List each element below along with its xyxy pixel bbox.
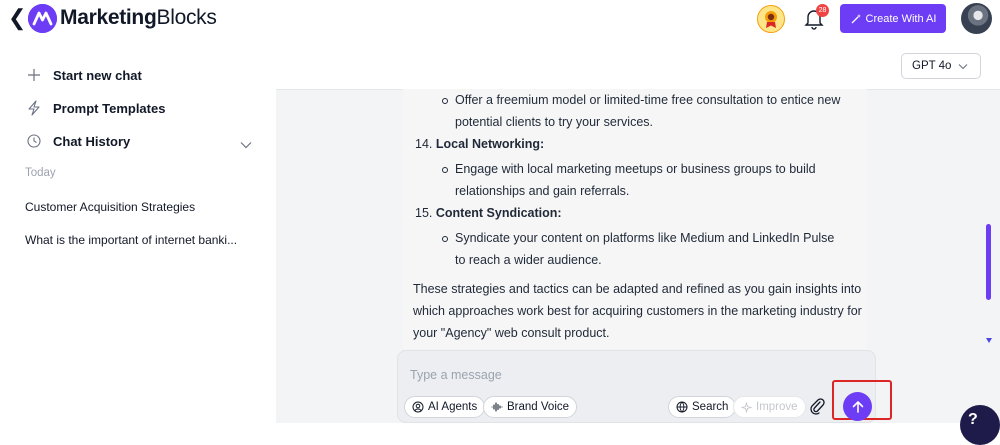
message-input[interactable] xyxy=(408,363,852,387)
user-avatar[interactable] xyxy=(961,3,992,34)
create-with-ai-button[interactable]: Create With AI xyxy=(840,4,946,33)
list-number: 15. xyxy=(415,206,433,220)
waveform-icon xyxy=(491,402,503,412)
notification-count-badge: 28 xyxy=(816,4,829,17)
ai-agents-button[interactable]: AI Agents xyxy=(404,396,486,418)
sidebar: Start new chat Prompt Templates Chat His… xyxy=(0,38,276,423)
message-line: to reach a wider audience. xyxy=(455,253,602,267)
plus-icon xyxy=(25,66,43,84)
logo-regular: Blocks xyxy=(156,6,217,29)
scrollbar-thumb[interactable] xyxy=(986,224,991,300)
history-item[interactable]: What is the important of internet banki.… xyxy=(25,233,237,247)
back-chevron-icon[interactable]: ❮ xyxy=(8,6,26,30)
brand-voice-button[interactable]: Brand Voice xyxy=(483,396,578,418)
send-button[interactable] xyxy=(843,392,872,421)
start-new-chat-button[interactable]: Start new chat xyxy=(25,66,142,84)
message-line: your "Agency" web consult product. xyxy=(413,326,610,340)
lightning-icon xyxy=(25,99,43,117)
message-composer: AI Agents Brand Voice Search Improve xyxy=(397,350,876,423)
list-number: 14. xyxy=(415,137,433,151)
prompt-templates-label: Prompt Templates xyxy=(53,100,166,116)
paperclip-icon[interactable] xyxy=(809,397,825,420)
message-line: Offer a freemium model or limited-time f… xyxy=(455,93,841,107)
help-chat-bubble[interactable]: ? xyxy=(960,405,1000,445)
message-line: relationships and gain referrals. xyxy=(455,184,630,198)
logo-text[interactable]: MarketingBlocks xyxy=(60,6,217,30)
search-button[interactable]: Search xyxy=(668,396,737,418)
brand-voice-label: Brand Voice xyxy=(507,401,570,413)
message-line: potential clients to try your services. xyxy=(455,115,653,129)
improve-label: Improve xyxy=(756,401,798,413)
history-item[interactable]: Customer Acquisition Strategies xyxy=(25,200,195,214)
award-badge-icon[interactable] xyxy=(757,5,785,33)
assistant-message: Offer a freemium model or limited-time f… xyxy=(403,89,867,349)
list-item: Offer a freemium model or limited-time f… xyxy=(442,89,855,133)
model-select[interactable]: GPT 4o xyxy=(901,53,981,79)
chevron-down-icon xyxy=(959,63,968,69)
bullet-icon xyxy=(442,236,448,242)
globe-icon xyxy=(676,401,688,413)
message-line: These strategies and tactics can be adap… xyxy=(413,282,862,296)
bullet-icon xyxy=(442,98,448,104)
top-bar: ❮ MarketingBlocks 28 Create With AI xyxy=(0,0,1000,38)
sparkle-icon xyxy=(741,401,752,413)
scroll-down-arrow-icon[interactable] xyxy=(986,338,992,343)
magic-wand-icon xyxy=(851,13,861,23)
history-clock-icon xyxy=(25,132,43,150)
list-item-heading: 15. Content Syndication: xyxy=(415,202,562,224)
model-bar: GPT 4o xyxy=(276,44,1000,90)
create-with-ai-label: Create With AI xyxy=(865,12,937,25)
prompt-templates-button[interactable]: Prompt Templates xyxy=(25,99,165,117)
list-item-heading: 14. Local Networking: xyxy=(415,133,544,155)
message-line: Syndicate your content on platforms like… xyxy=(455,231,835,245)
history-group-today: Today xyxy=(25,167,56,179)
message-paragraph: These strategies and tactics can be adap… xyxy=(413,278,865,344)
model-select-value: GPT 4o xyxy=(912,60,952,72)
list-title: Local Networking: xyxy=(435,137,545,151)
chevron-down-icon[interactable] xyxy=(240,136,252,154)
agent-icon xyxy=(412,401,424,413)
chat-history-label: Chat History xyxy=(53,133,131,149)
ai-agents-label: AI Agents xyxy=(428,401,478,413)
message-line: which approaches work best for acquiring… xyxy=(413,304,862,318)
message-line: Engage with local marketing meetups or b… xyxy=(455,162,816,176)
list-title: Content Syndication: xyxy=(435,206,562,220)
search-label: Search xyxy=(692,401,729,413)
logo-bold: Marketing xyxy=(60,6,157,29)
bullet-icon xyxy=(442,167,448,173)
list-item: Engage with local marketing meetups or b… xyxy=(442,158,855,202)
logo-icon[interactable] xyxy=(28,4,57,33)
start-new-chat-label: Start new chat xyxy=(53,67,142,83)
list-item: Syndicate your content on platforms like… xyxy=(442,227,855,271)
arrow-up-icon xyxy=(852,400,863,413)
improve-button[interactable]: Improve xyxy=(733,396,806,418)
chat-history-toggle[interactable]: Chat History xyxy=(25,132,130,150)
